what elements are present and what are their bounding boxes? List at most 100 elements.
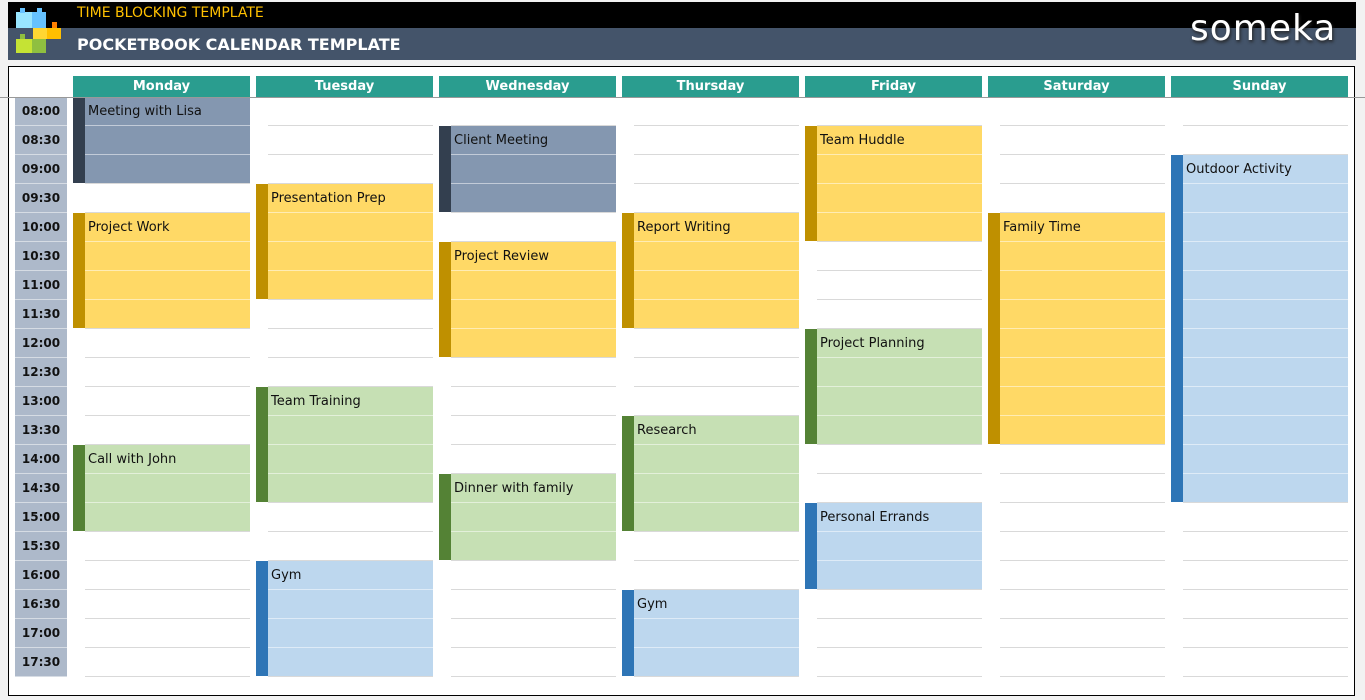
time-slot[interactable] <box>1000 532 1165 561</box>
time-slot[interactable] <box>85 590 250 619</box>
brand-logo[interactable]: someka <box>1190 8 1336 49</box>
category-bar <box>73 445 85 531</box>
time-slot[interactable] <box>1000 474 1165 503</box>
time-slot[interactable] <box>634 561 799 590</box>
time-slot[interactable] <box>268 155 433 184</box>
event-title: Meeting with Lisa <box>88 104 202 119</box>
event-block[interactable]: Project Review <box>439 242 616 357</box>
slot-divider <box>817 212 982 213</box>
time-slot[interactable] <box>817 242 982 271</box>
time-slot[interactable] <box>634 155 799 184</box>
time-slot[interactable] <box>634 358 799 387</box>
time-slot[interactable] <box>451 445 616 474</box>
event-title: Call with John <box>88 452 177 467</box>
event-block[interactable]: Gym <box>622 590 799 676</box>
time-slot[interactable] <box>451 358 616 387</box>
time-slot[interactable] <box>817 271 982 300</box>
time-slot[interactable] <box>268 329 433 358</box>
time-slot[interactable] <box>817 300 982 329</box>
slot-divider <box>634 618 799 619</box>
time-slot[interactable] <box>1000 590 1165 619</box>
slot-divider <box>634 647 799 648</box>
event-block[interactable]: Personal Errands <box>805 503 982 589</box>
event-block[interactable]: Dinner with family <box>439 474 616 560</box>
time-slot[interactable] <box>268 532 433 561</box>
category-bar <box>988 213 1000 444</box>
time-slot[interactable] <box>817 590 982 619</box>
time-slot[interactable] <box>634 387 799 416</box>
time-slot[interactable] <box>1183 126 1348 155</box>
time-slot[interactable] <box>85 358 250 387</box>
time-slot[interactable] <box>1183 561 1348 590</box>
time-slot[interactable] <box>1183 532 1348 561</box>
time-slot[interactable] <box>451 416 616 445</box>
event-title: Project Work <box>88 220 170 235</box>
slot-divider <box>451 328 616 329</box>
time-slot[interactable] <box>1000 445 1165 474</box>
time-slot[interactable] <box>1183 619 1348 648</box>
time-slot[interactable] <box>1000 619 1165 648</box>
time-slot[interactable] <box>451 590 616 619</box>
time-slot[interactable] <box>634 126 799 155</box>
time-slot[interactable] <box>1183 590 1348 619</box>
time-slot[interactable] <box>85 184 250 213</box>
slot-divider <box>817 531 982 532</box>
time-slot[interactable] <box>451 387 616 416</box>
time-slot[interactable] <box>634 532 799 561</box>
time-slot[interactable] <box>634 97 799 126</box>
event-block[interactable]: Presentation Prep <box>256 184 433 299</box>
time-slot[interactable] <box>85 329 250 358</box>
time-slot[interactable] <box>1000 97 1165 126</box>
time-slot[interactable] <box>451 619 616 648</box>
time-slot[interactable] <box>451 97 616 126</box>
time-slot[interactable] <box>1000 503 1165 532</box>
time-slot[interactable] <box>268 300 433 329</box>
time-slot[interactable] <box>817 474 982 503</box>
event-block[interactable]: Outdoor Activity <box>1171 155 1348 502</box>
time-slot[interactable] <box>817 619 982 648</box>
event-block[interactable]: Client Meeting <box>439 126 616 212</box>
event-block[interactable]: Team Training <box>256 387 433 502</box>
event-block[interactable]: Project Work <box>73 213 250 328</box>
time-slot[interactable] <box>85 416 250 445</box>
time-slot[interactable] <box>85 619 250 648</box>
slot-divider <box>268 473 433 474</box>
time-slot[interactable] <box>1000 561 1165 590</box>
event-block[interactable]: Research <box>622 416 799 531</box>
time-slot[interactable] <box>451 213 616 242</box>
time-slot[interactable] <box>1183 648 1348 677</box>
time-label: 09:00 <box>15 155 67 184</box>
event-block[interactable]: Call with John <box>73 445 250 531</box>
time-slot[interactable] <box>268 503 433 532</box>
time-slot[interactable] <box>1000 184 1165 213</box>
event-block[interactable]: Gym <box>256 561 433 676</box>
event-title: Research <box>637 423 697 438</box>
event-block[interactable]: Team Huddle <box>805 126 982 241</box>
time-slot[interactable] <box>634 329 799 358</box>
time-slot[interactable] <box>1000 155 1165 184</box>
event-block[interactable]: Meeting with Lisa <box>73 97 250 183</box>
event-block[interactable]: Project Planning <box>805 329 982 444</box>
time-slot[interactable] <box>85 648 250 677</box>
time-slot[interactable] <box>268 97 433 126</box>
event-block[interactable]: Family Time <box>988 213 1165 444</box>
time-slot[interactable] <box>817 648 982 677</box>
time-slot[interactable] <box>1183 97 1348 126</box>
time-slot[interactable] <box>85 532 250 561</box>
time-slot[interactable] <box>817 445 982 474</box>
time-slot[interactable] <box>85 561 250 590</box>
slot-divider <box>1000 386 1165 387</box>
time-slot[interactable] <box>634 184 799 213</box>
event-block[interactable]: Report Writing <box>622 213 799 328</box>
time-slot[interactable] <box>85 387 250 416</box>
time-slot[interactable] <box>268 358 433 387</box>
time-slot[interactable] <box>1183 503 1348 532</box>
slot-divider <box>85 241 250 242</box>
time-slot[interactable] <box>451 561 616 590</box>
time-slot[interactable] <box>817 97 982 126</box>
category-bar <box>73 213 85 328</box>
time-slot[interactable] <box>451 648 616 677</box>
time-slot[interactable] <box>1000 126 1165 155</box>
time-slot[interactable] <box>268 126 433 155</box>
time-slot[interactable] <box>1000 648 1165 677</box>
